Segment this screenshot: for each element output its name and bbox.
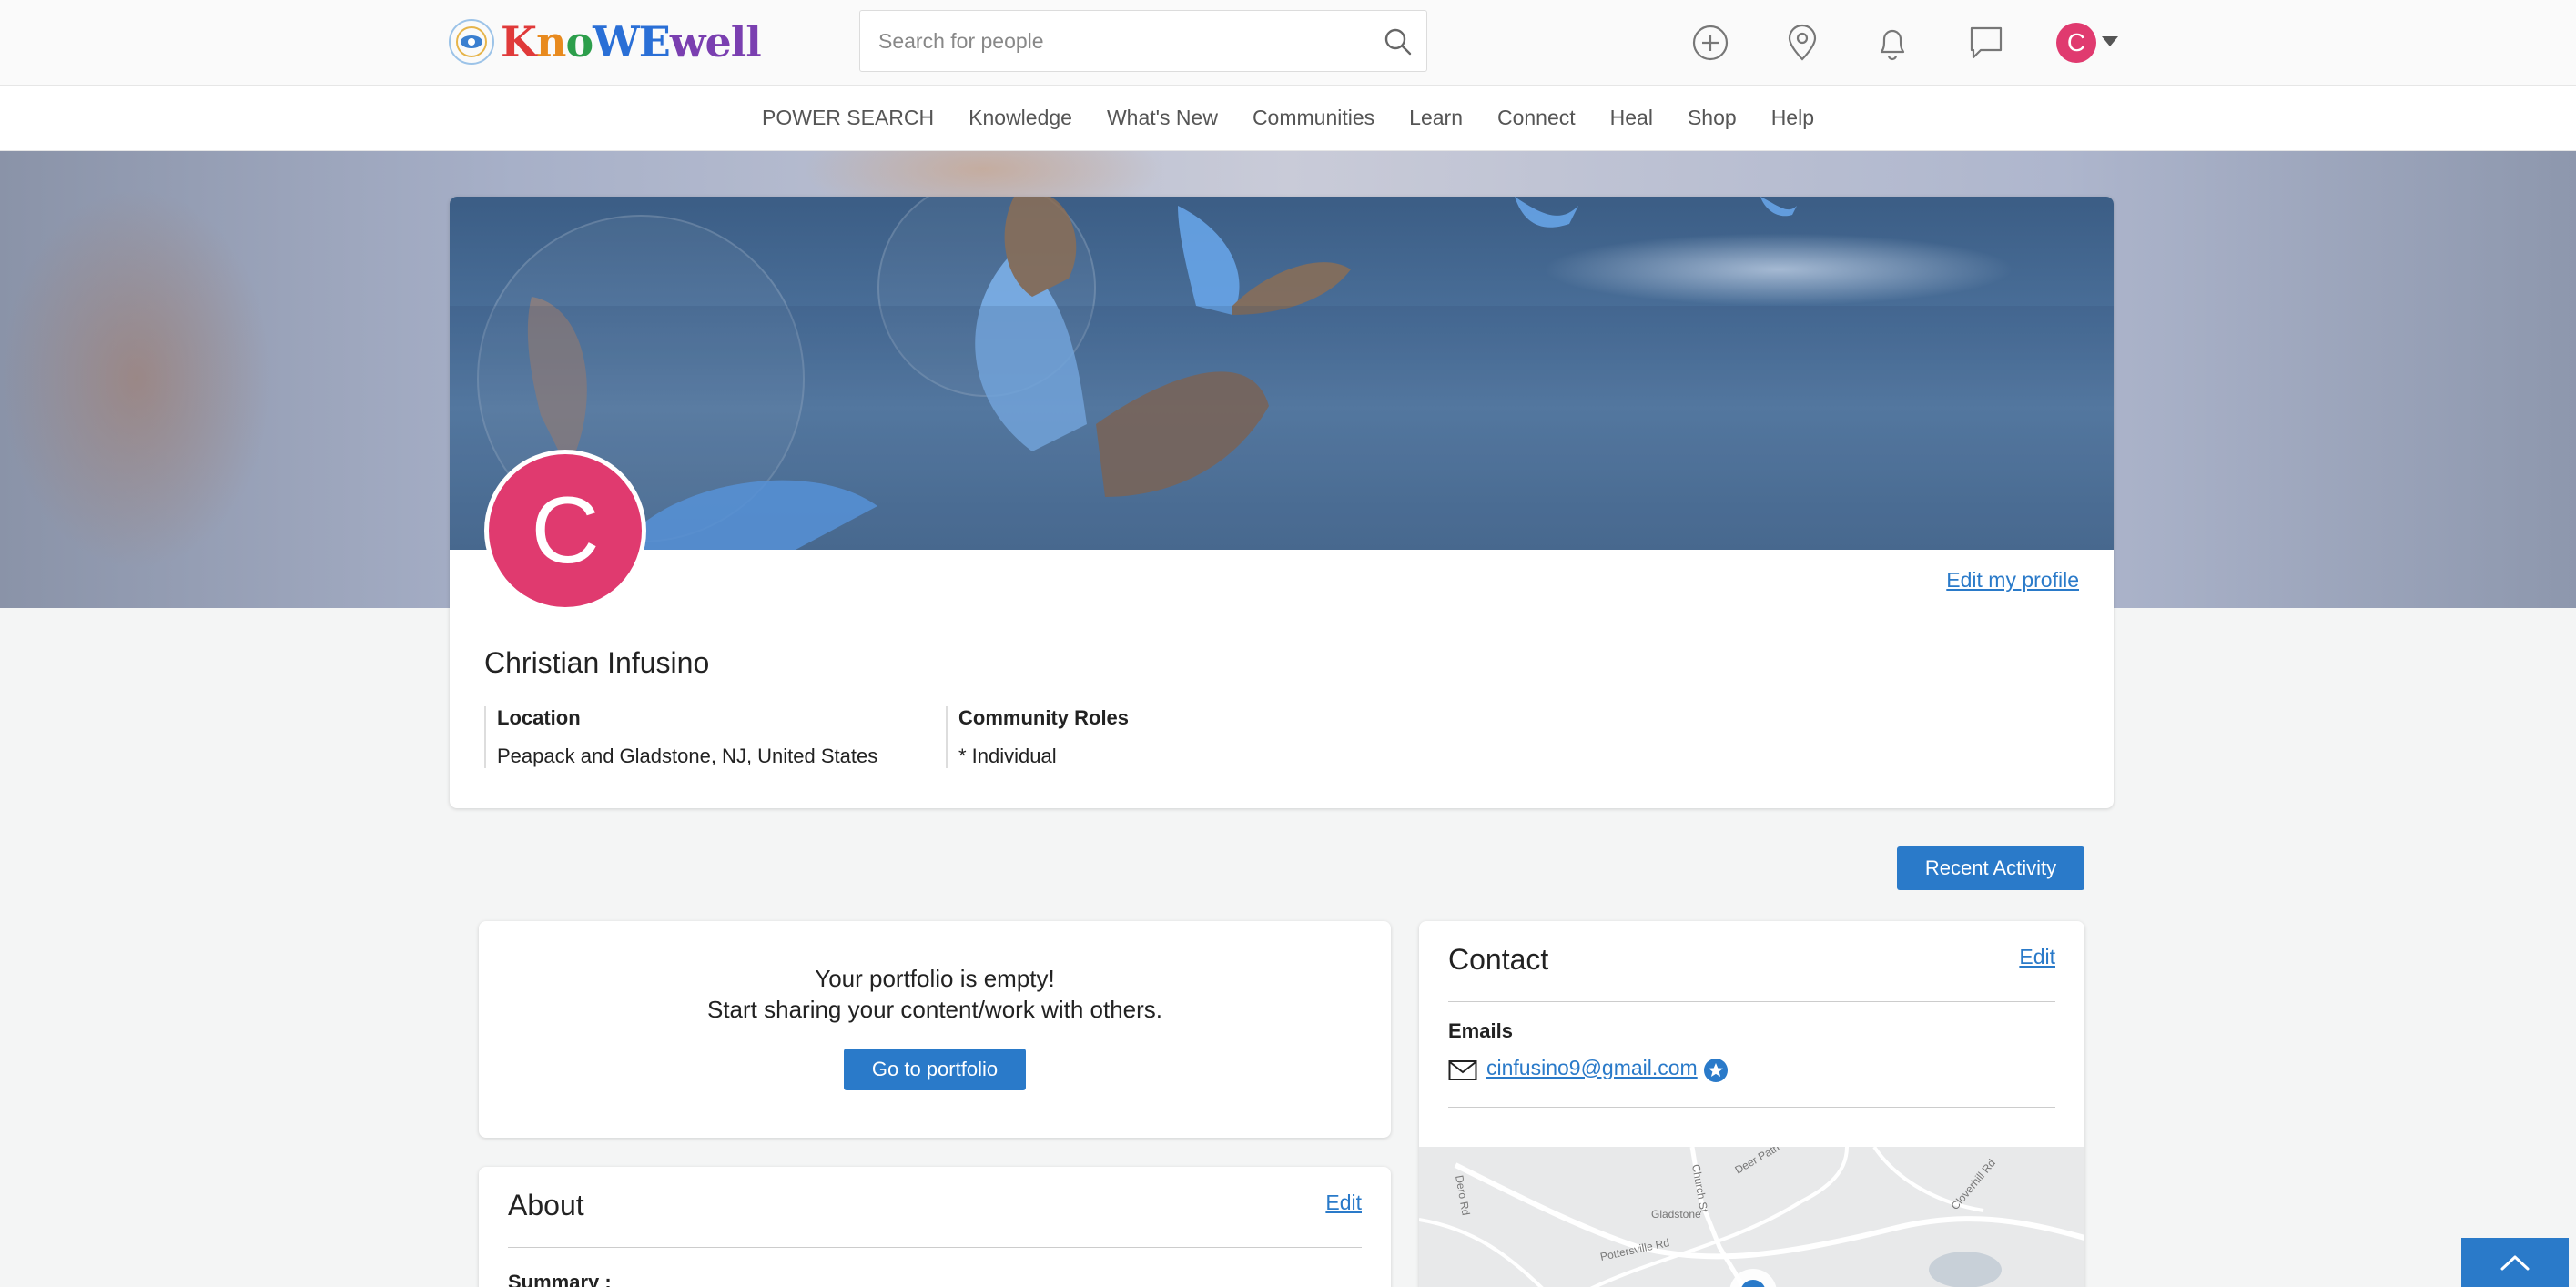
location-value: Peapack and Gladstone, NJ, United States bbox=[497, 745, 878, 767]
nav-item-power-search[interactable]: POWER SEARCH bbox=[762, 106, 934, 130]
nav-item-heal[interactable]: Heal bbox=[1610, 106, 1653, 130]
bell-icon[interactable] bbox=[1872, 23, 1912, 63]
nav-item-connect[interactable]: Connect bbox=[1497, 106, 1576, 130]
contact-title: Contact bbox=[1448, 943, 1549, 976]
contact-card: Contact Edit Emails cinfusino9@gmail.com… bbox=[1419, 921, 2084, 1287]
nav-item-communities[interactable]: Communities bbox=[1253, 106, 1374, 130]
logo[interactable]: KnoWEwell bbox=[446, 16, 762, 67]
go-to-portfolio-button[interactable]: Go to portfolio bbox=[844, 1049, 1026, 1090]
profile-name: Christian Infusino bbox=[484, 646, 710, 679]
search-box bbox=[859, 10, 1427, 72]
top-bar: KnoWEwell C bbox=[0, 0, 2576, 86]
community-roles-value: * Individual bbox=[958, 745, 1057, 767]
nav-item-whats-new[interactable]: What's New bbox=[1107, 106, 1218, 130]
profile-card: C Edit my profile Christian Infusino Loc… bbox=[450, 197, 2114, 808]
logo-text: KnoWEwell bbox=[501, 17, 762, 66]
search-input[interactable] bbox=[878, 11, 1388, 71]
portfolio-card: Your portfolio is empty! Start sharing y… bbox=[479, 921, 1391, 1138]
email-link[interactable]: cinfusino9@gmail.com bbox=[1486, 1056, 1698, 1080]
recent-activity-button[interactable]: Recent Activity bbox=[1897, 846, 2084, 890]
star-badge-icon bbox=[1704, 1059, 1728, 1082]
location-block: Location Peapack and Gladstone, NJ, Unit… bbox=[484, 706, 877, 768]
portfolio-empty-line2: Start sharing your content/work with oth… bbox=[706, 996, 1162, 1023]
contact-divider bbox=[1448, 1001, 2055, 1002]
location-map[interactable]: Dero Rd Church St Gladstone Pottersville… bbox=[1419, 1147, 2084, 1287]
edit-profile-link[interactable]: Edit my profile bbox=[1946, 568, 2079, 593]
scroll-to-top-button[interactable] bbox=[2461, 1238, 2569, 1287]
nav-item-help[interactable]: Help bbox=[1771, 106, 1814, 130]
portfolio-empty-line1: Your portfolio is empty! bbox=[815, 965, 1055, 992]
nav-item-learn[interactable]: Learn bbox=[1409, 106, 1463, 130]
summary-label: Summary : bbox=[508, 1271, 612, 1287]
emails-label: Emails bbox=[1448, 1019, 1513, 1042]
profile-avatar[interactable]: C bbox=[484, 450, 646, 612]
logo-emblem-icon bbox=[446, 16, 497, 67]
location-label: Location bbox=[497, 706, 581, 729]
about-divider bbox=[508, 1247, 1362, 1248]
chevron-down-icon[interactable] bbox=[2102, 36, 2118, 46]
envelope-icon bbox=[1448, 1060, 1477, 1080]
butterflies-illustration bbox=[450, 197, 2114, 550]
about-edit-link[interactable]: Edit bbox=[1325, 1191, 1362, 1215]
search-icon[interactable] bbox=[1383, 26, 1414, 57]
main-nav: POWER SEARCH Knowledge What's New Commun… bbox=[0, 86, 2576, 151]
user-avatar-menu[interactable]: C bbox=[2056, 23, 2096, 63]
chat-icon[interactable] bbox=[1966, 23, 2006, 63]
about-card: About Edit Summary : bbox=[479, 1167, 1391, 1287]
community-roles-block: Community Roles * Individual bbox=[946, 706, 1129, 768]
nav-item-knowledge[interactable]: Knowledge bbox=[969, 106, 1072, 130]
cover-image bbox=[450, 197, 2114, 550]
email-divider bbox=[1448, 1107, 2055, 1108]
map-label-gladstone: Gladstone bbox=[1651, 1208, 1701, 1221]
nav-item-shop[interactable]: Shop bbox=[1688, 106, 1737, 130]
location-pin-icon[interactable] bbox=[1782, 23, 1822, 63]
chevron-up-icon bbox=[2500, 1255, 2530, 1271]
community-roles-label: Community Roles bbox=[958, 706, 1130, 729]
about-title: About bbox=[508, 1189, 584, 1221]
plus-circle-icon[interactable] bbox=[1690, 23, 1730, 63]
contact-edit-link[interactable]: Edit bbox=[2019, 945, 2055, 969]
